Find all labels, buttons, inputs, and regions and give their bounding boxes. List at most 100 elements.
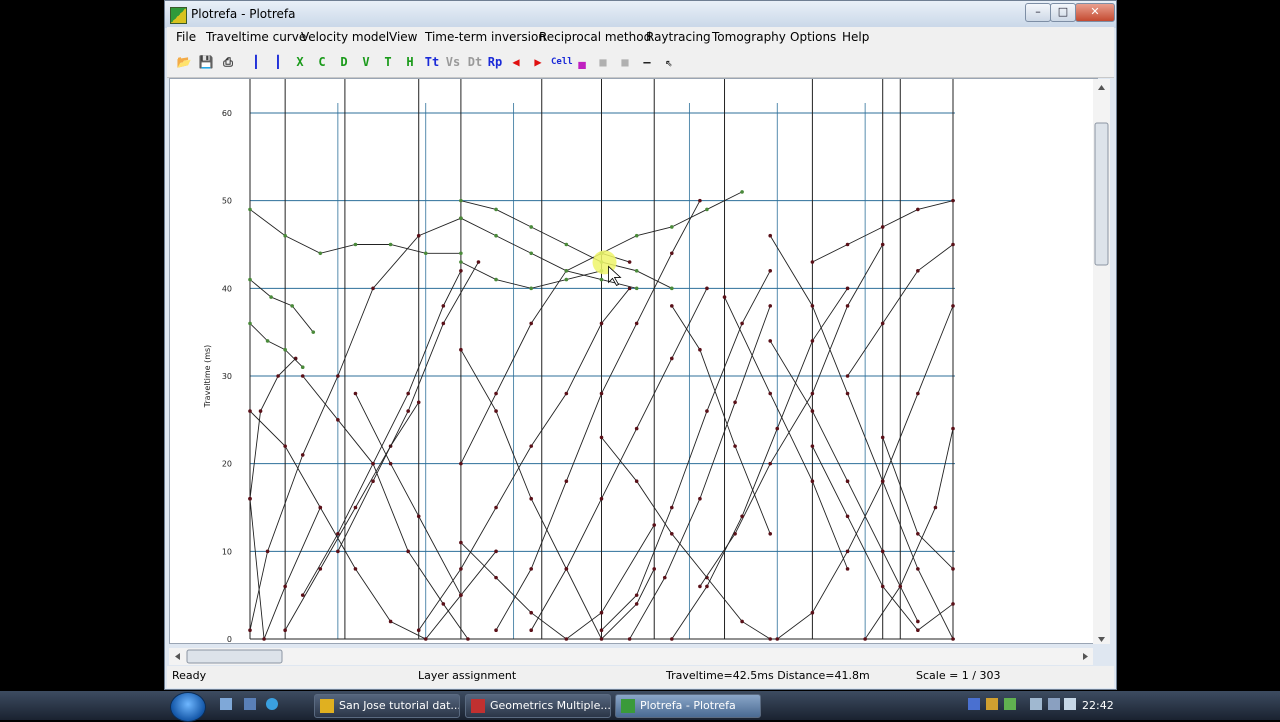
scroll-left-arrow-icon[interactable] (175, 653, 180, 660)
pick-point (276, 374, 280, 378)
shot-icon[interactable]: ┃ (247, 53, 265, 71)
menu-view[interactable]: View (389, 30, 417, 44)
taskbar-item-geometrics[interactable]: Geometrics Multiple... (465, 694, 611, 718)
tray-app-icon[interactable] (986, 698, 998, 710)
menu-time-term-inversion[interactable]: Time-term inversion (425, 30, 546, 44)
c-icon[interactable]: C (313, 53, 331, 71)
line-icon[interactable]: — (638, 53, 656, 71)
vs-icon[interactable]: Vs (444, 53, 462, 71)
t-icon[interactable]: T (379, 53, 397, 71)
pick-point (353, 567, 358, 571)
next-shot-icon[interactable]: ▶ (529, 53, 547, 71)
pick-point (810, 304, 815, 308)
h-icon[interactable]: H (401, 53, 419, 71)
pick-point (880, 549, 885, 554)
menu-velocity-model[interactable]: Velocity model (301, 30, 389, 44)
vertical-scrollbar[interactable] (1093, 79, 1110, 644)
scroll-up-arrow-icon[interactable] (1098, 85, 1105, 90)
toolbar: 📂 💾 ⎙ ┃ ┃ X C D V T H Tt Vs Dt Rp ◀ ▶ Cell ▄ ■ ■ — ⇖ (167, 48, 1114, 78)
v-icon[interactable]: V (357, 53, 375, 71)
pick-point (494, 575, 498, 580)
menu-traveltime-curve[interactable]: Traveltime curve (206, 30, 306, 44)
pick-point (810, 391, 815, 396)
tray-app-2-icon[interactable] (1004, 698, 1016, 710)
pick-point (698, 198, 702, 203)
quicklaunch-browser-icon[interactable] (266, 698, 278, 710)
title-bar[interactable]: Plotrefa - Plotrefa – □ ✕ (165, 1, 1116, 28)
scroll-right-arrow-icon[interactable] (1083, 653, 1088, 660)
pick-point (441, 304, 446, 308)
taskbar-item-plotrefa[interactable]: Plotrefa - Plotrefa (615, 694, 761, 718)
pick-point (916, 207, 920, 212)
pick-point (416, 514, 421, 519)
close-button[interactable]: ✕ (1075, 3, 1115, 22)
pick-point (845, 374, 850, 378)
pick-point (845, 242, 850, 247)
clock: 22:42 (1082, 699, 1114, 712)
gray-box-2-icon[interactable]: ■ (616, 53, 634, 71)
plot-area[interactable]: 0 10 20 30 40 50 60 Traveltime (ms) (169, 78, 1098, 644)
gray-box-icon[interactable]: ■ (594, 53, 612, 71)
taskbar-label: San Jose tutorial dat... (339, 699, 460, 712)
minimize-button[interactable]: – (1025, 3, 1051, 22)
pick-point (248, 628, 252, 633)
y-axis-label: Traveltime (ms) (203, 345, 212, 409)
traveltime-curve (460, 261, 602, 289)
dt-icon[interactable]: Dt (466, 53, 484, 71)
pick-point (300, 453, 305, 457)
pick-point (388, 461, 393, 466)
scroll-down-arrow-icon[interactable] (1098, 637, 1105, 642)
traveltime-chart[interactable]: 0 10 20 30 40 50 60 Traveltime (ms) (170, 79, 1097, 643)
pick-point (248, 277, 252, 282)
receiver-icon[interactable]: ┃ (269, 53, 287, 71)
tray-network-icon[interactable] (968, 698, 980, 710)
tt-icon[interactable]: Tt (423, 53, 441, 71)
menu-file[interactable]: File (176, 30, 196, 44)
rp-icon[interactable]: Rp (486, 53, 504, 71)
pick-point (283, 347, 287, 352)
delete-point-icon[interactable]: X (291, 53, 309, 71)
open-icon[interactable]: 📂 (175, 53, 193, 71)
y-tick-label: 40 (222, 284, 232, 293)
menu-raytracing[interactable]: Raytracing (646, 30, 711, 44)
print-icon[interactable]: ⎙ (219, 53, 237, 71)
traveltime-curve (460, 349, 655, 640)
pick-point (529, 567, 533, 571)
tray-safety-icon[interactable] (1030, 698, 1042, 710)
pick-point (336, 374, 340, 378)
menu-reciprocal-method[interactable]: Reciprocal method (539, 30, 651, 44)
pick-point (564, 479, 569, 484)
tray-volume-icon[interactable] (1064, 698, 1076, 710)
quicklaunch-desktop-icon[interactable] (220, 698, 232, 710)
menu-options[interactable]: Options (790, 30, 836, 44)
vertical-scroll-thumb[interactable] (1094, 122, 1109, 266)
status-bar: Ready Layer assignment Traveltime=42.5ms… (167, 666, 1114, 688)
pick-point (951, 426, 955, 431)
pointer-icon[interactable]: ⇖ (660, 53, 678, 71)
horizontal-scroll-thumb[interactable] (186, 649, 283, 664)
pick-point (599, 435, 604, 440)
save-icon[interactable]: 💾 (197, 53, 215, 71)
menu-help[interactable]: Help (842, 30, 869, 44)
pick-point (845, 567, 850, 571)
pick-point (336, 532, 340, 536)
pick-point (564, 242, 569, 247)
pick-point (722, 295, 727, 299)
pick-point (845, 479, 850, 484)
taskbar-item-san-jose[interactable]: San Jose tutorial dat... (314, 694, 460, 718)
start-button-icon[interactable] (170, 692, 206, 722)
pick-point (353, 505, 358, 510)
pick-point (459, 567, 463, 571)
maximize-button[interactable]: □ (1050, 3, 1076, 22)
pick-point (933, 505, 938, 510)
pick-point (318, 505, 323, 510)
tray-display-icon[interactable] (1048, 698, 1060, 710)
menu-tomography[interactable]: Tomography (712, 30, 786, 44)
horizontal-scrollbar[interactable] (169, 648, 1093, 665)
color-scale-icon[interactable]: ▄ (573, 53, 591, 71)
cell-icon[interactable]: Cell (551, 53, 573, 71)
d-icon[interactable]: D (335, 53, 353, 71)
quicklaunch-switch-icon[interactable] (244, 698, 256, 710)
previous-shot-icon[interactable]: ◀ (507, 53, 525, 71)
pick-point (916, 532, 920, 536)
